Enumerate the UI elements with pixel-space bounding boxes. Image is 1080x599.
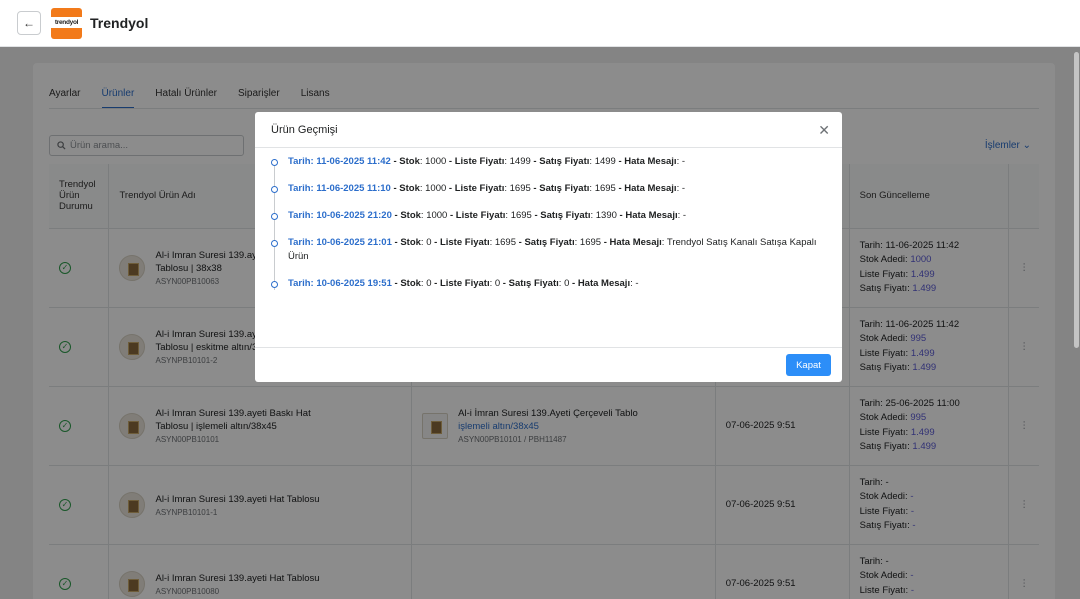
app-title: Trendyol [90, 15, 149, 31]
history-timeline: Tarih: 11-06-2025 11:42 - Stok: 1000 - L… [269, 155, 829, 304]
timeline-entry: Tarih: 11-06-2025 11:42 - Stok: 1000 - L… [269, 155, 829, 169]
modal-header: Ürün Geçmişi ✕ [255, 112, 842, 148]
timeline-entry: Tarih: 10-06-2025 21:01 - Stok: 0 - List… [269, 236, 829, 264]
close-button[interactable]: Kapat [786, 354, 831, 376]
trendyol-logo: trendyol [51, 8, 82, 39]
scrollbar[interactable] [1074, 52, 1079, 348]
timeline-dot-icon [271, 159, 278, 166]
arrow-left-icon: ← [23, 16, 35, 30]
close-icon[interactable]: ✕ [818, 122, 830, 139]
timeline-dot-icon [271, 240, 278, 247]
product-history-modal: Ürün Geçmişi ✕ Tarih: 11-06-2025 11:42 -… [255, 112, 842, 382]
timeline-dot-icon [271, 186, 278, 193]
timeline-dot-icon [271, 281, 278, 288]
timeline-entry: Tarih: 10-06-2025 21:20 - Stok: 1000 - L… [269, 209, 829, 223]
timeline-dot-icon [271, 213, 278, 220]
modal-footer-divider [255, 347, 842, 348]
timeline-entry: Tarih: 11-06-2025 11:10 - Stok: 1000 - L… [269, 182, 829, 196]
timeline-entry: Tarih: 10-06-2025 19:51 - Stok: 0 - List… [269, 277, 829, 291]
back-button[interactable]: ← [17, 11, 41, 35]
modal-title: Ürün Geçmişi [271, 124, 338, 136]
top-bar: ← trendyol Trendyol [0, 0, 1080, 47]
